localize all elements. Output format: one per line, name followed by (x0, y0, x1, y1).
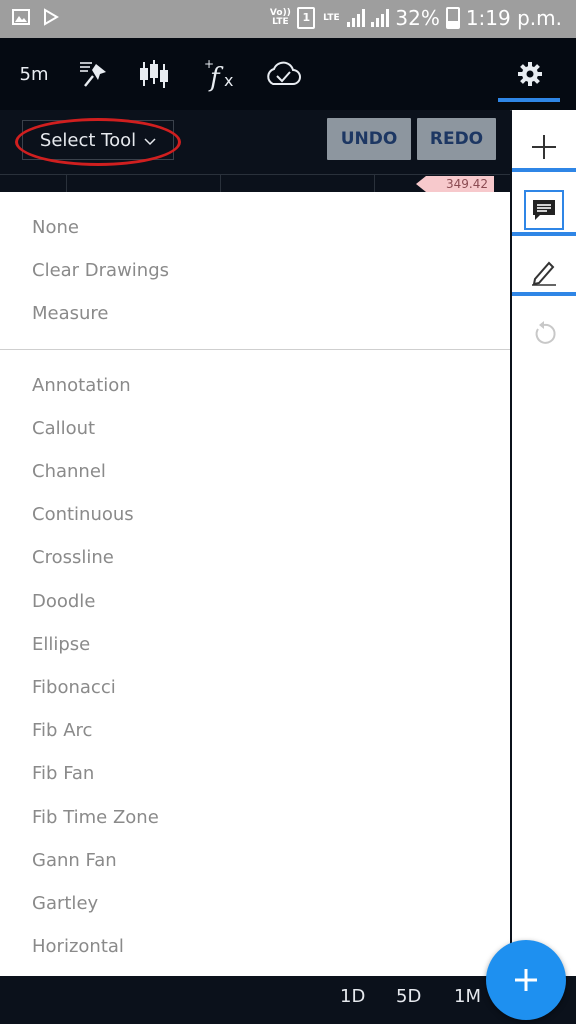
plus-icon (515, 969, 537, 991)
function-icon[interactable]: + f x (198, 38, 242, 110)
interval-button[interactable]: 5m (12, 38, 56, 110)
price-tag: 349.42 (416, 176, 494, 192)
add-fab-button[interactable] (486, 940, 566, 1020)
menu-item-gann-fan[interactable]: Gann Fan (0, 839, 510, 882)
comment-tool-button[interactable] (512, 184, 576, 236)
menu-group-tools: Annotation Callout Channel Continuous Cr… (0, 364, 510, 969)
menu-item-ellipse[interactable]: Ellipse (0, 623, 510, 666)
sim-slot-badge: 1 (297, 7, 316, 29)
panel-divider-accent (512, 292, 576, 296)
redo-button[interactable]: REDO (417, 118, 496, 160)
menu-item-channel[interactable]: Channel (0, 450, 510, 493)
drawing-side-panel (512, 110, 576, 976)
menu-item-none[interactable]: None (0, 206, 510, 249)
range-5d[interactable]: 5D (396, 986, 421, 1007)
chart-toolbar: 5m + f x (0, 38, 576, 111)
menu-item-crossline[interactable]: Crossline (0, 536, 510, 579)
menu-item-clear-drawings[interactable]: Clear Drawings (0, 249, 510, 292)
menu-divider (0, 348, 510, 350)
menu-item-horizontal[interactable]: Horizontal (0, 925, 510, 968)
lte-label: LTE (323, 12, 340, 23)
menu-item-callout[interactable]: Callout (0, 407, 510, 450)
volte-indicator: Vo)) LTE (269, 8, 291, 27)
range-1m[interactable]: 1M (454, 986, 481, 1007)
menu-item-fibonacci[interactable]: Fibonacci (0, 666, 510, 709)
signal-icon (347, 9, 366, 27)
select-tool-menu: None Clear Drawings Measure Annotation C… (0, 192, 510, 976)
svg-text:x: x (224, 71, 233, 90)
comment-icon (524, 190, 564, 230)
battery-percent: 32% (395, 6, 440, 30)
highlight-annotation (15, 118, 181, 166)
gallery-icon (12, 8, 30, 26)
candlestick-icon[interactable] (132, 38, 176, 110)
undo-button[interactable]: UNDO (327, 118, 411, 160)
menu-item-annotation[interactable]: Annotation (0, 364, 510, 407)
plus-icon[interactable] (512, 124, 576, 170)
status-bar: Vo)) LTE 1 LTE 32% 1:19 p.m. (0, 0, 576, 38)
drawing-bar: Select Tool UNDO REDO (0, 110, 510, 174)
battery-icon (445, 7, 460, 29)
play-store-icon (42, 8, 60, 26)
menu-item-doodle[interactable]: Doodle (0, 580, 510, 623)
menu-item-continuous[interactable]: Continuous (0, 493, 510, 536)
menu-group-basic: None Clear Drawings Measure (0, 206, 510, 336)
panel-divider-accent (512, 232, 576, 236)
range-1d[interactable]: 1D (340, 986, 365, 1007)
pencil-icon[interactable] (512, 248, 576, 296)
menu-item-measure[interactable]: Measure (0, 292, 510, 335)
panel-divider-accent (512, 168, 576, 172)
signal-icon-2 (371, 9, 390, 27)
settings-active-indicator (498, 98, 560, 102)
clock: 1:19 p.m. (465, 6, 562, 30)
menu-item-gartley[interactable]: Gartley (0, 882, 510, 925)
menu-item-fib-fan[interactable]: Fib Fan (0, 752, 510, 795)
reset-icon[interactable] (512, 310, 576, 358)
svg-text:f: f (208, 63, 224, 92)
cloud-icon[interactable] (260, 38, 306, 110)
menu-item-fib-arc[interactable]: Fib Arc (0, 709, 510, 752)
pin-icon[interactable] (72, 38, 116, 110)
menu-item-fib-time-zone[interactable]: Fib Time Zone (0, 795, 510, 838)
